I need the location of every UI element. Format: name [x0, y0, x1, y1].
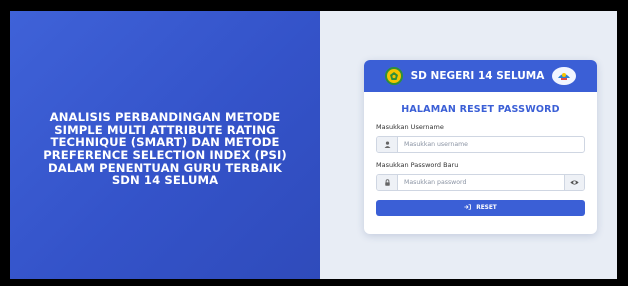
page-viewport: ANALISIS PERBANDINGAN METODE SIMPLE MULT…: [10, 11, 617, 279]
card-body: HALAMAN RESET PASSWORD Masukkan Username…: [364, 104, 597, 216]
reset-button[interactable]: RESET: [376, 200, 585, 216]
screenshot-frame: ANALISIS PERBANDINGAN METODE SIMPLE MULT…: [0, 0, 628, 286]
reset-label: RESET: [476, 205, 497, 211]
card-header: SD NEGERI 14 SELUMA: [364, 60, 597, 92]
password-input[interactable]: [398, 175, 564, 190]
lock-icon: [377, 175, 398, 190]
eye-icon[interactable]: [564, 175, 584, 190]
right-panel: SD NEGERI 14 SELUMA HALAMAN RESET PASSWO…: [320, 11, 617, 279]
app-title: ANALISIS PERBANDINGAN METODE SIMPLE MULT…: [43, 110, 287, 188]
username-label: Masukkan Username: [376, 123, 444, 131]
password-field: [376, 174, 585, 191]
tut-wuri-handayani-icon: [552, 67, 577, 85]
sign-in-icon: [464, 204, 472, 212]
user-icon: [377, 137, 398, 152]
card-title: HALAMAN RESET PASSWORD: [401, 104, 560, 115]
school-badge-icon: [384, 67, 403, 85]
school-name: SD NEGERI 14 SELUMA: [410, 70, 545, 82]
password-label: Masukkan Password Baru: [376, 161, 459, 169]
username-input[interactable]: [398, 137, 584, 152]
username-field: [376, 136, 585, 153]
left-panel: ANALISIS PERBANDINGAN METODE SIMPLE MULT…: [10, 11, 320, 279]
reset-password-card: SD NEGERI 14 SELUMA HALAMAN RESET PASSWO…: [364, 60, 597, 234]
